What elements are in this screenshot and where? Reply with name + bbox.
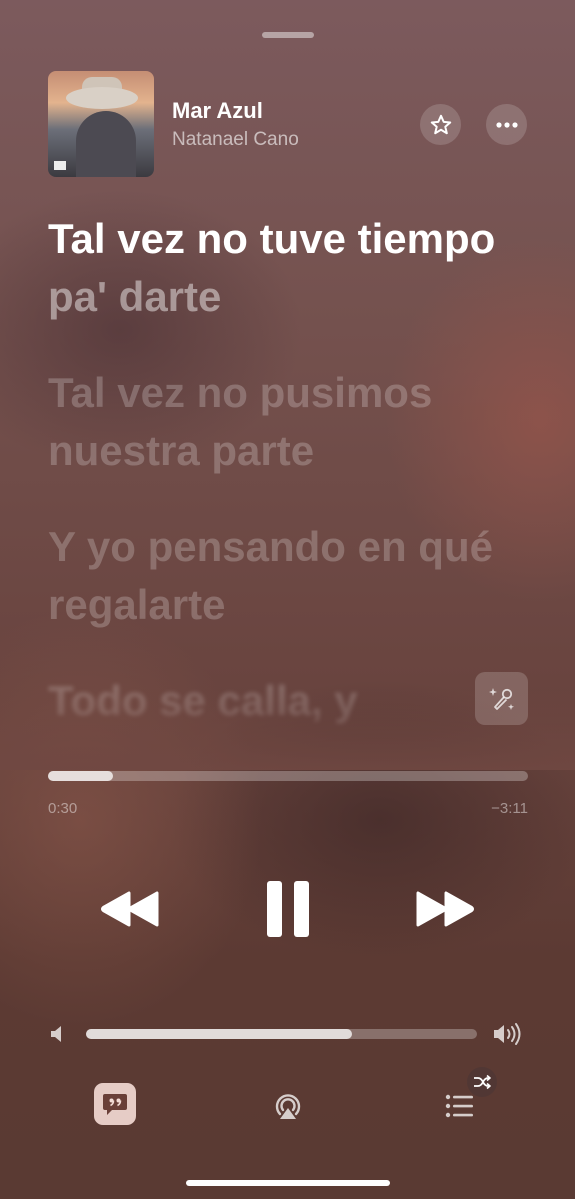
playback-progress-fill [48,771,114,781]
elapsed-time: 0:30 [48,800,78,817]
sheet-grabber[interactable] [262,32,314,38]
volume-slider[interactable] [86,1029,477,1039]
quote-bubble-icon [103,1094,127,1115]
favorite-button[interactable] [420,104,461,145]
remaining-time: −3:11 [491,800,528,817]
volume-level-fill [86,1029,352,1039]
playback-scrubber[interactable] [48,771,528,781]
lyric-sung-text: Tal vez no tuve tiempo [48,215,496,262]
shuffle-indicator [467,1067,497,1097]
album-artwork[interactable] [48,71,154,177]
artwork-hat-brim [66,87,138,109]
airplay-icon [275,1094,301,1119]
explicit-badge-icon [54,161,66,170]
now-playing-header: Mar Azul Natanael Cano [48,71,528,181]
list-icon [445,1094,473,1118]
lyric-line[interactable]: Y yo pensando en qué regalarte [48,518,538,634]
star-icon [430,114,451,134]
more-options-button[interactable] [486,104,527,145]
next-track-button[interactable] [410,880,480,938]
home-indicator[interactable] [186,1180,390,1186]
play-pause-button[interactable] [258,875,318,943]
shuffle-icon [474,1074,491,1090]
previous-track-button[interactable] [95,880,165,938]
track-artist[interactable]: Natanael Cano [172,129,299,151]
pause-icon [267,881,309,937]
volume-high-icon [494,1023,521,1045]
ellipsis-icon [495,121,518,128]
lyric-pending-text: pa' darte [48,273,222,320]
volume-low-icon [51,1026,61,1042]
airplay-button[interactable] [268,1083,308,1125]
lyric-line-current[interactable]: Tal vez no tuve tiempo pa' darte [48,210,538,326]
backward-icon [101,891,159,927]
microphone-sparkle-icon [488,687,514,710]
track-title[interactable]: Mar Azul [172,98,263,124]
lyrics-toggle-button[interactable] [94,1083,136,1125]
forward-icon [416,891,474,927]
sing-along-button[interactable] [475,672,528,725]
lyrics-view[interactable]: Tal vez no tuve tiempo pa' darte Tal vez… [48,210,538,768]
lyric-line[interactable]: Tal vez no pusimos nuestra parte [48,364,538,480]
artwork-figure [76,111,136,177]
